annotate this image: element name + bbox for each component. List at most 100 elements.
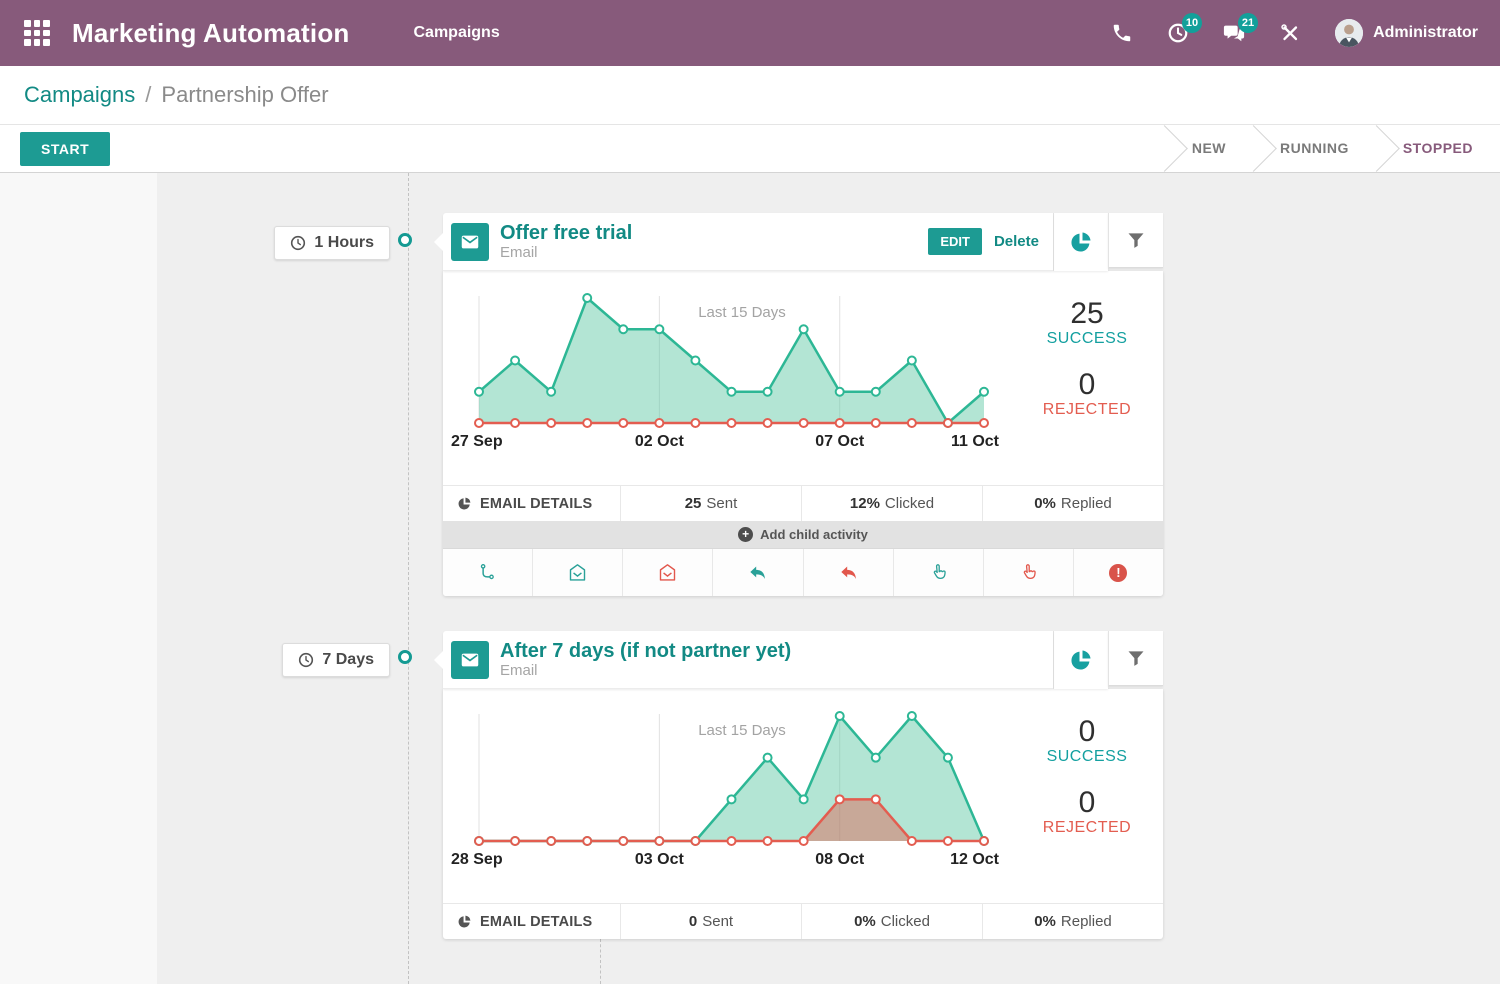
email-details-label: EMAIL DETAILS <box>480 914 592 930</box>
rejected-count: 0 <box>1011 787 1163 819</box>
activities-badge: 10 <box>1182 13 1202 33</box>
phone-icon[interactable] <box>1111 22 1133 44</box>
pie-chart-icon <box>1069 230 1093 254</box>
child-connector-line <box>600 939 601 984</box>
workflow-canvas: 1 Hours 7 Days Offer free trial Email ED… <box>0 173 1500 984</box>
rejected-label: REJECTED <box>1011 401 1163 419</box>
add-child-label: Add child activity <box>760 527 868 542</box>
activity-stats: 25 SUCCESS 0 REJECTED <box>1011 271 1163 485</box>
clock-icon <box>290 235 306 251</box>
topbar-menu-campaigns[interactable]: Campaigns <box>413 24 499 42</box>
filter-icon <box>1126 648 1146 668</box>
activity-header[interactable]: After 7 days (if not partner yet) Email <box>443 631 1053 689</box>
pie-chart-icon <box>1069 648 1093 672</box>
breadcrumb-current: Partnership Offer <box>161 82 328 108</box>
email-opened-icon <box>567 562 588 583</box>
activity-card-after-7-days: After 7 days (if not partner yet) Email … <box>443 631 1163 939</box>
svg-text:28 Sep: 28 Sep <box>451 851 503 868</box>
edit-button[interactable]: EDIT <box>928 228 982 255</box>
start-button[interactable]: START <box>20 132 110 166</box>
email-details-row: EMAIL DETAILS 0Sent 0%Clicked 0%Replied <box>443 903 1163 939</box>
connector-dot <box>398 650 412 664</box>
connector-dot <box>398 233 412 247</box>
child-not-replied[interactable] <box>803 549 893 596</box>
child-bounced[interactable]: ! <box>1073 549 1163 596</box>
state-stopped-label: STOPPED <box>1403 140 1473 156</box>
delete-link[interactable]: Delete <box>994 233 1039 250</box>
activity-title: Offer free trial <box>500 222 632 244</box>
svg-text:11 Oct: 11 Oct <box>951 433 1000 450</box>
clicked-stat: 12%Clicked <box>801 486 982 521</box>
svg-text:08 Oct: 08 Oct <box>815 851 865 868</box>
success-count: 0 <box>1011 716 1163 748</box>
email-details-toggle[interactable]: EMAIL DETAILS <box>443 904 620 939</box>
action-bar: START NEW RUNNING STOPPED <box>0 125 1500 173</box>
tab-graph-pie[interactable] <box>1053 213 1108 271</box>
activities-clock-icon[interactable]: 10 <box>1167 22 1189 44</box>
breadcrumb-separator: / <box>145 82 151 108</box>
child-not-clicked[interactable] <box>983 549 1073 596</box>
breadcrumb: Campaigns / Partnership Offer <box>0 66 1500 125</box>
svg-text:Last 15 Days: Last 15 Days <box>698 304 786 321</box>
replied-stat: 0%Replied <box>982 486 1163 521</box>
child-replied[interactable] <box>712 549 802 596</box>
email-not-opened-icon <box>657 562 678 583</box>
trigger-pill-1-hours[interactable]: 1 Hours <box>274 226 390 260</box>
child-clicked[interactable] <box>893 549 983 596</box>
reply-icon <box>747 562 768 583</box>
messages-icon[interactable]: 21 <box>1223 22 1245 44</box>
clock-icon <box>298 652 314 668</box>
add-child-activity-button[interactable]: + Add child activity <box>443 521 1163 548</box>
not-replied-icon <box>838 562 859 583</box>
clicked-stat: 0%Clicked <box>801 904 982 939</box>
avatar <box>1335 19 1363 47</box>
replied-stat: 0%Replied <box>982 904 1163 939</box>
success-count: 25 <box>1011 298 1163 330</box>
success-label: SUCCESS <box>1011 330 1163 348</box>
rejected-count: 0 <box>1011 369 1163 401</box>
svg-text:03 Oct: 03 Oct <box>635 851 685 868</box>
plus-circle-icon: + <box>738 527 753 542</box>
state-running-label: RUNNING <box>1280 140 1349 156</box>
app-title: Marketing Automation <box>72 18 349 49</box>
branch-icon <box>477 562 498 583</box>
activity-type: Email <box>500 662 791 679</box>
svg-text:12 Oct: 12 Oct <box>950 851 1000 868</box>
email-activity-icon <box>451 641 489 679</box>
click-hand-icon <box>928 562 949 583</box>
bounced-icon: ! <box>1109 564 1127 582</box>
trigger-pill-7-days[interactable]: 7 Days <box>282 643 390 677</box>
breadcrumb-campaigns-link[interactable]: Campaigns <box>24 82 135 108</box>
child-opened[interactable] <box>532 549 622 596</box>
svg-text:27 Sep: 27 Sep <box>451 433 503 450</box>
sent-stat: 25Sent <box>620 486 801 521</box>
rejected-label: REJECTED <box>1011 819 1163 837</box>
success-label: SUCCESS <box>1011 748 1163 766</box>
activity-header[interactable]: Offer free trial Email EDIT Delete <box>443 213 1053 271</box>
state-stepper: NEW RUNNING STOPPED <box>1165 125 1500 172</box>
filter-icon <box>1126 230 1146 250</box>
activity-type: Email <box>500 244 632 261</box>
child-add-another-activity[interactable] <box>443 549 532 596</box>
top-navbar: Marketing Automation Campaigns 10 21 Adm… <box>0 0 1500 66</box>
apps-grid-icon[interactable] <box>24 20 50 46</box>
tab-filter[interactable] <box>1108 213 1163 268</box>
workflow-connector-line <box>408 173 409 984</box>
tab-filter[interactable] <box>1108 631 1163 686</box>
user-menu[interactable]: Administrator <box>1335 19 1478 47</box>
pie-chart-icon <box>457 496 472 511</box>
email-details-row: EMAIL DETAILS 25Sent 12%Clicked 0%Replie… <box>443 485 1163 521</box>
trigger-label: 7 Days <box>322 651 374 669</box>
tab-graph-pie[interactable] <box>1053 631 1108 689</box>
svg-text:07 Oct: 07 Oct <box>815 433 865 450</box>
email-details-toggle[interactable]: EMAIL DETAILS <box>443 486 620 521</box>
email-activity-icon <box>451 223 489 261</box>
state-new-label: NEW <box>1192 140 1226 156</box>
child-not-opened[interactable] <box>622 549 712 596</box>
tools-icon[interactable] <box>1279 22 1301 44</box>
trigger-label: 1 Hours <box>314 234 374 252</box>
activity-stats: 0 SUCCESS 0 REJECTED <box>1011 689 1163 903</box>
user-name: Administrator <box>1373 24 1478 42</box>
sent-stat: 0Sent <box>620 904 801 939</box>
activity-chart: Last 15 Days28 Sep03 Oct08 Oct12 Oct <box>443 689 1011 903</box>
